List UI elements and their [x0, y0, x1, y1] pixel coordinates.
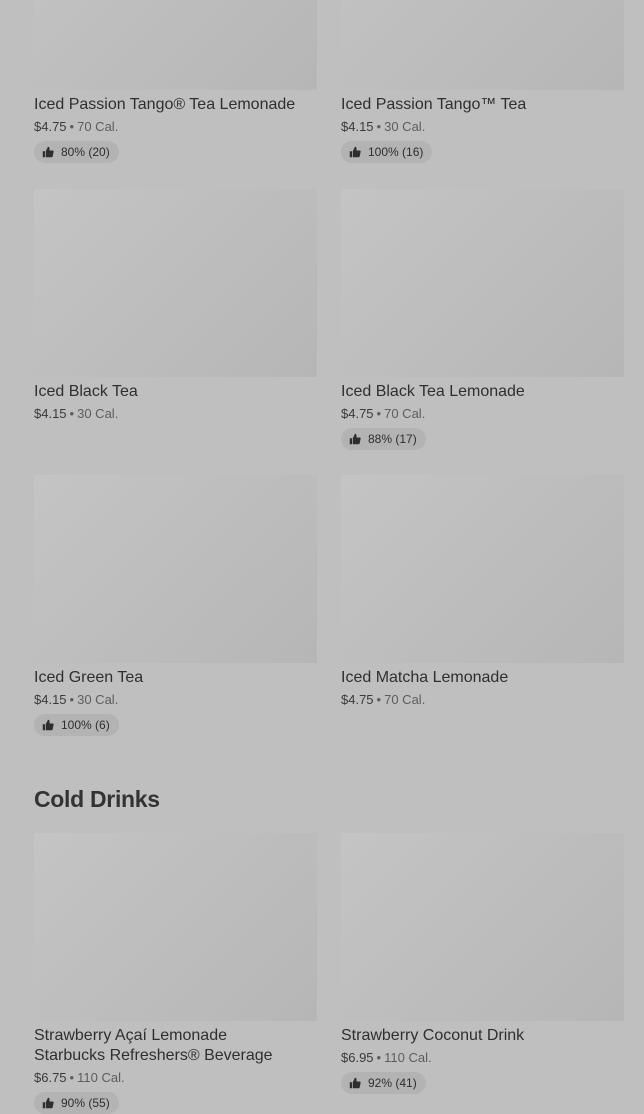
product-name[interactable]: Iced Passion Tango™ Tea [341, 95, 624, 115]
product-meta: $4.15 • 30 Cal. [341, 119, 624, 135]
product-meta: $6.95 • 110 Cal. [341, 1050, 624, 1066]
thumbs-up-icon [349, 1077, 361, 1089]
separator-dot: • [69, 119, 75, 134]
product-card[interactable]: Iced Passion Tango™ Tea $4.15 • 30 Cal. 10… [341, 0, 624, 163]
separator-dot: • [69, 692, 75, 707]
product-card[interactable]: Strawberry Coconut Drink $6.95 • 110 Cal. … [341, 833, 624, 1114]
product-grid-teas: Iced Green Tea $4.15 • 30 Cal. 100% (6) Ic… [34, 475, 624, 736]
product-image[interactable] [34, 475, 317, 663]
thumbs-up-icon [42, 1097, 54, 1109]
product-calories: 70 Cal. [77, 119, 119, 134]
product-meta: $4.75 • 70 Cal. [34, 119, 317, 135]
rating-badge: 90% (55) [34, 1092, 119, 1114]
rating-text: 90% (55) [61, 1096, 110, 1110]
product-calories: 70 Cal. [384, 692, 426, 707]
product-name[interactable]: Iced Black Tea Lemonade [341, 382, 624, 402]
product-image[interactable] [341, 189, 624, 377]
product-card[interactable]: Strawberry Açaí Lemonade Starbucks Refre… [34, 833, 317, 1114]
product-image[interactable] [341, 0, 624, 90]
product-calories: 110 Cal. [77, 1070, 125, 1085]
thumbs-up-icon [42, 719, 54, 731]
rating-badge: 88% (17) [341, 428, 426, 450]
product-card[interactable]: Iced Matcha Lemonade $4.75 • 70 Cal. [341, 475, 624, 736]
rating-badge: 100% (16) [341, 141, 433, 163]
product-meta: $4.15 • 30 Cal. [34, 406, 317, 422]
product-calories: 30 Cal. [384, 119, 426, 134]
thumbs-up-icon [349, 146, 361, 158]
product-image[interactable] [341, 475, 624, 663]
product-name[interactable]: Iced Passion Tango® Tea Lemonade [34, 95, 317, 115]
product-calories: 70 Cal. [384, 406, 426, 421]
rating-text: 80% (20) [61, 145, 110, 159]
product-image[interactable] [34, 833, 317, 1021]
separator-dot: • [376, 1050, 382, 1065]
separator-dot: • [69, 1070, 75, 1085]
product-card[interactable]: Iced Black Tea $4.15 • 30 Cal. [34, 189, 317, 450]
thumbs-up-icon [349, 433, 361, 445]
product-card[interactable]: Iced Black Tea Lemonade $4.75 • 70 Cal. 88… [341, 189, 624, 450]
product-meta: $6.75 • 110 Cal. [34, 1070, 317, 1086]
rating-badge: 80% (20) [34, 141, 119, 163]
product-meta: $4.15 • 30 Cal. [34, 692, 317, 708]
product-image[interactable] [341, 833, 624, 1021]
rating-badge: 100% (6) [34, 714, 119, 736]
product-calories: 30 Cal. [77, 406, 119, 421]
separator-dot: • [376, 692, 382, 707]
rating-text: 100% (6) [61, 718, 110, 732]
rating-badge: 92% (41) [341, 1072, 426, 1094]
product-name[interactable]: Iced Black Tea [34, 382, 317, 402]
product-image[interactable] [34, 0, 317, 90]
separator-dot: • [376, 406, 382, 421]
product-calories: 110 Cal. [384, 1050, 432, 1065]
product-price: $4.75 [341, 692, 374, 707]
product-meta: $4.75 • 70 Cal. [341, 406, 624, 422]
product-price: $6.95 [341, 1050, 374, 1065]
product-name[interactable]: Iced Matcha Lemonade [341, 668, 624, 688]
rating-text: 88% (17) [368, 432, 417, 446]
product-grid-teas: Iced Black Tea $4.15 • 30 Cal. Iced Black … [34, 189, 624, 450]
product-price: $4.15 [34, 406, 67, 421]
product-card[interactable]: Iced Passion Tango® Tea Lemonade $4.75 • 7… [34, 0, 317, 163]
product-price: $6.75 [34, 1070, 67, 1085]
product-image[interactable] [34, 189, 317, 377]
product-name[interactable]: Iced Green Tea [34, 668, 317, 688]
product-price: $4.15 [34, 692, 67, 707]
product-price: $4.15 [341, 119, 374, 134]
product-calories: 30 Cal. [77, 692, 119, 707]
separator-dot: • [69, 406, 75, 421]
product-grid-teas: Iced Passion Tango® Tea Lemonade $4.75 • 7… [34, 0, 624, 163]
product-grid-cold-drinks: Strawberry Açaí Lemonade Starbucks Refre… [34, 833, 624, 1114]
product-name[interactable]: Strawberry Coconut Drink [341, 1026, 624, 1046]
product-name[interactable]: Strawberry Açaí Lemonade Starbucks Refre… [34, 1026, 294, 1066]
rating-text: 100% (16) [368, 145, 424, 159]
thumbs-up-icon [42, 146, 54, 158]
product-price: $4.75 [341, 406, 374, 421]
section-title: Cold Drinks [34, 786, 160, 812]
separator-dot: • [376, 119, 382, 134]
rating-text: 92% (41) [368, 1076, 417, 1090]
product-meta: $4.75 • 70 Cal. [341, 692, 624, 708]
product-card[interactable]: Iced Green Tea $4.15 • 30 Cal. 100% (6) [34, 475, 317, 736]
product-price: $4.75 [34, 119, 67, 134]
